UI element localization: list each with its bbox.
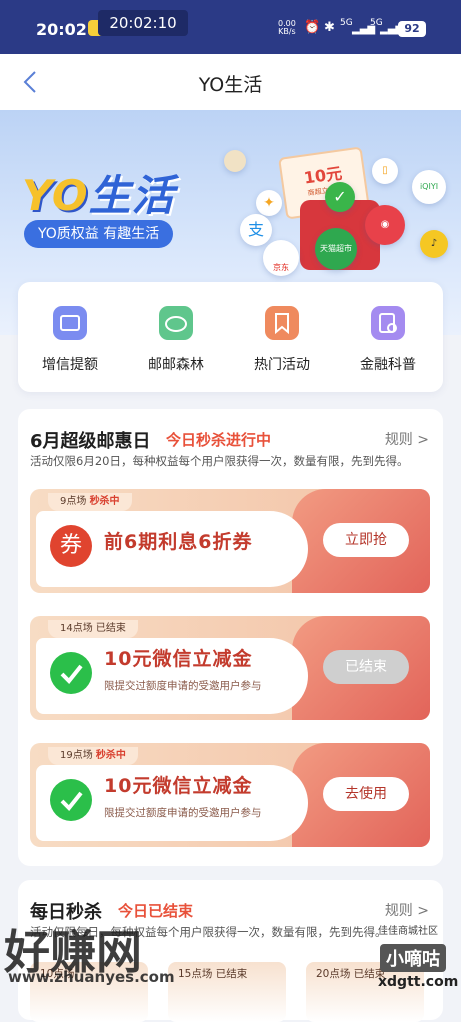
super-day-section: 6月超级邮惠日 今日秒杀进行中 规则 > 活动仅限6月20日，每种权益每个用户限… [18,409,443,866]
deal-slot-tag: 9点场 秒杀中 [48,493,132,511]
deal-card: 19点场 秒杀中 10元微信立减金 限提交过额度申请的受邀用户参与 去使用 [30,743,430,847]
section-description: 活动仅限6月20日，每种权益每个用户限获得一次，数量有限，先到先得。 [30,454,409,468]
wallet-icon [53,306,87,340]
star-icon: ✦ [256,190,282,216]
slot-status: 秒杀中 [95,750,126,761]
check-icon: ✓ [325,182,355,212]
logo-cn: 生活 [88,171,175,220]
status-bar: 20:02 20:02:10 0.00 KB/s ⏰ ✱ 5G ▂▄▆ 5G ▂… [0,0,461,54]
slot-status: 已结束 [95,623,126,634]
deal-card: 9点场 秒杀中 券 前6期利息6折券 立即抢 [30,489,430,593]
watermark-left-url: www.zhuanyes.com [8,968,175,986]
bookmark-icon [265,306,299,340]
slot-card[interactable]: 15点场 已结束 [168,962,286,1022]
wechat-icon [50,652,92,694]
jd-icon: 京东 [263,240,299,276]
slot-label: 20点场 已结束 [316,968,386,980]
wechat-icon [50,779,92,821]
quick-link-credit-boost[interactable]: 增信提额 [20,306,120,374]
logo-latin: YO [22,171,89,220]
use-now-button[interactable]: 去使用 [323,777,409,811]
quick-link-label: 增信提额 [42,357,98,373]
ended-button[interactable]: 已结束 [323,650,409,684]
deal-subtitle: 限提交过额度申请的受邀用户参与 [104,807,262,819]
iqiyi-icon: iQIYI [412,170,446,204]
watermark-right-tag: 佳佳商城社区 [378,926,438,937]
nav-bar: YO生活 [0,54,461,110]
page-title: YO生活 [198,74,263,96]
watermark-right-url: xdgtt.com [378,974,459,990]
netease-music-icon: ◉ [365,205,405,245]
section-title: 6月超级邮惠日 [30,431,151,452]
slot-label: 15点场 已结束 [178,968,248,980]
banner-slogan: YO质权益 有趣生活 [24,220,174,248]
signal-5g-1-icon: 5G [340,18,353,28]
deal-slot-tag: 14点场 已结束 [48,620,138,638]
bluetooth-icon: ✱ [324,20,335,35]
magnify-doc-icon [371,306,405,340]
tmall-supermarket-icon: 天猫超市 [315,228,357,270]
grab-now-button[interactable]: 立即抢 [323,523,409,557]
deal-card: 14点场 已结束 10元微信立减金 限提交过额度申请的受邀用户参与 已结束 [30,616,430,720]
coupon-icon: 券 [50,525,92,567]
music-note-icon: ♪ [420,230,448,258]
deal-title: 前6期利息6折券 [104,531,253,553]
quick-link-label: 热门活动 [254,357,310,373]
phone-icon: ▯ [372,158,398,184]
banner-logo: YO生活 [22,162,175,223]
battery-indicator: 92 [398,21,426,37]
net-speed-unit: KB/s [278,27,296,36]
deal-title: 10元微信立减金 [104,775,253,797]
net-speed: 0.00 KB/s [278,20,296,36]
alarm-icon: ⏰ [304,20,321,35]
rules-link[interactable]: 规则 > [385,900,429,920]
quick-link-finance-edu[interactable]: 金融科普 [338,306,438,374]
slot-status: 秒杀中 [89,496,120,507]
quick-link-label: 邮邮森林 [148,357,204,373]
deal-title: 10元微信立减金 [104,648,253,670]
co2-cloud-icon [159,306,193,340]
slot-time: 19点场 [60,750,93,761]
clock-overlay: 20:02:10 [98,10,188,36]
alipay-icon: 支 [240,214,272,246]
slot-time: 9点场 [60,496,87,507]
quick-link-forest[interactable]: 邮邮森林 [126,306,226,374]
rules-link[interactable]: 规则 > [385,429,429,449]
quick-link-label: 金融科普 [360,357,416,373]
deal-slot-tag: 19点场 秒杀中 [48,747,138,765]
slot-time: 14点场 [60,623,93,634]
quick-links-card: 增信提额 邮邮森林 热门活动 金融科普 [18,282,443,392]
status-time: 20:02 [36,20,87,39]
deal-subtitle: 限提交过额度申请的受邀用户参与 [104,680,262,692]
watermark-right-brand: 小嘀咕 [380,944,446,972]
section-status: 今日秒杀进行中 [166,431,272,449]
cookie-icon [224,150,246,172]
quick-link-hot-events[interactable]: 热门活动 [232,306,332,374]
